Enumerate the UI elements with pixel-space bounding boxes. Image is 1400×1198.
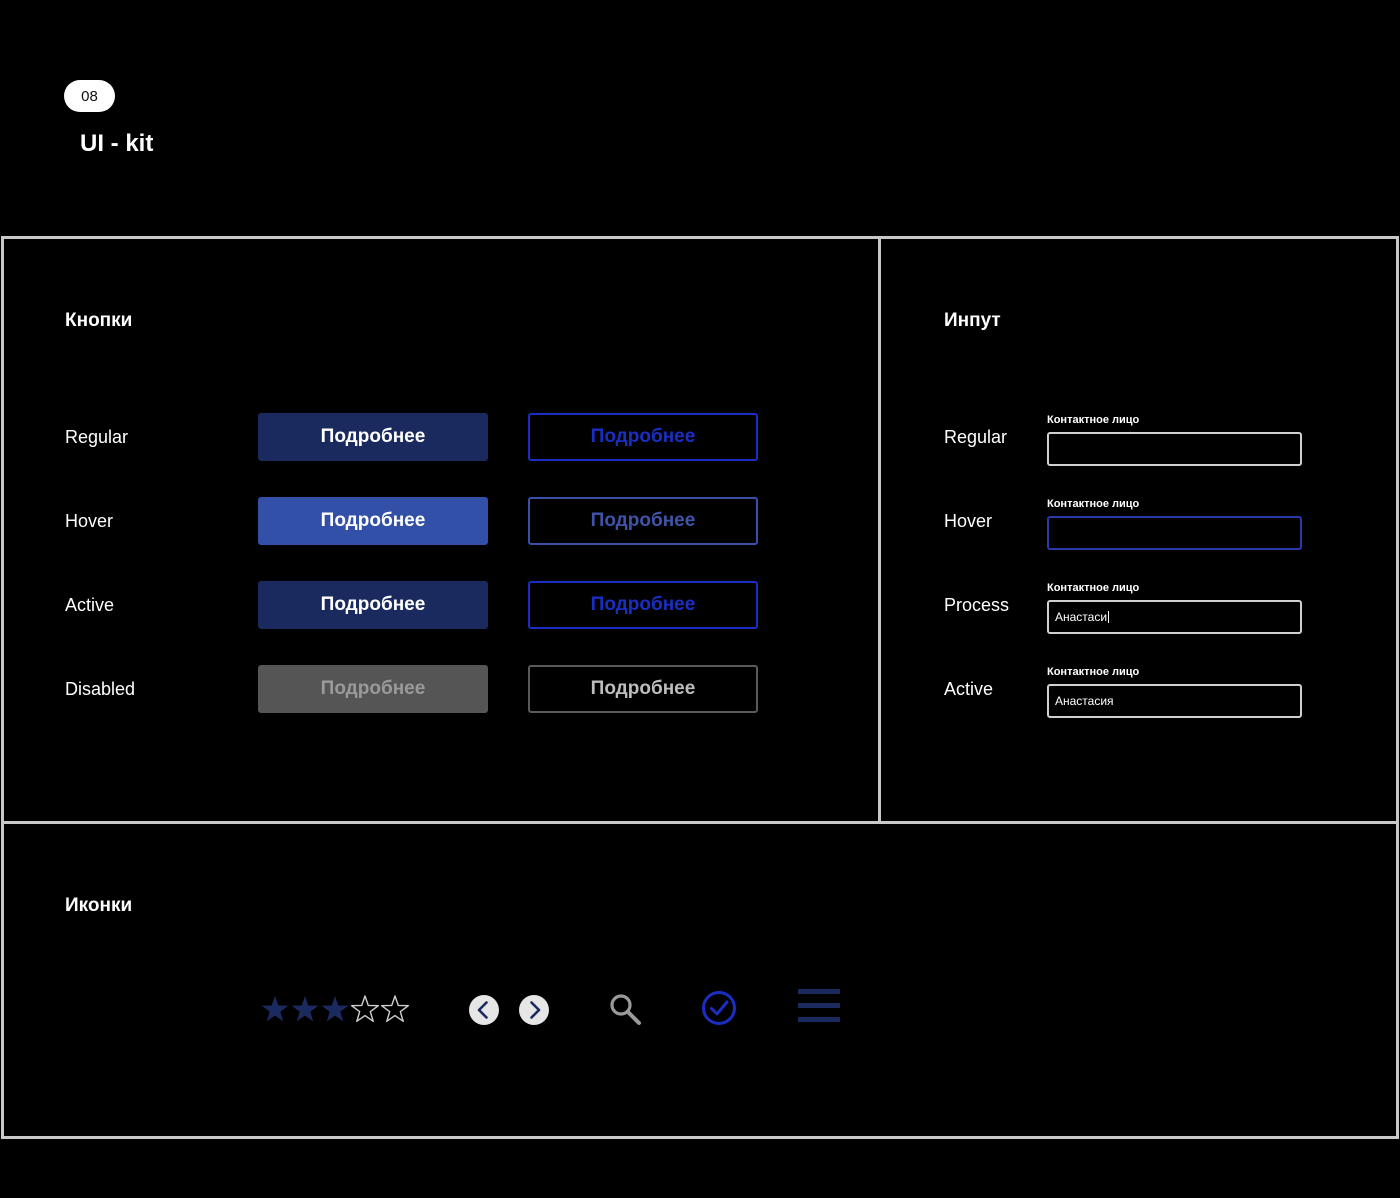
- filled-button-regular[interactable]: Подробнее: [258, 413, 488, 461]
- input-label-process: Контактное лицо: [1047, 582, 1140, 594]
- text-caret: [1108, 611, 1110, 623]
- page-number-badge: 08: [64, 80, 115, 112]
- input-state-hover: Hover: [944, 511, 993, 531]
- inputs-section-title: Инпут: [944, 310, 1001, 331]
- input-state-regular: Regular: [944, 427, 1008, 447]
- icons-section-title: Иконки: [65, 895, 133, 916]
- star-icon[interactable]: [321, 996, 349, 1022]
- input-state-active: Active: [944, 679, 994, 699]
- star-icon[interactable]: [380, 995, 410, 1023]
- star-icon[interactable]: [261, 996, 289, 1022]
- chevron-left-icon[interactable]: [468, 994, 500, 1026]
- outline-button-disabled: Подробнее: [528, 665, 758, 713]
- button-state-disabled: Disabled: [65, 679, 136, 699]
- star-rating[interactable]: [258, 992, 413, 1026]
- outline-button-hover[interactable]: Подробнее: [528, 497, 758, 545]
- filled-button-hover[interactable]: Подробнее: [258, 497, 488, 545]
- buttons-section-title: Кнопки: [65, 310, 133, 331]
- contact-input-hover[interactable]: [1047, 516, 1302, 550]
- input-value: Анастаси: [1055, 610, 1108, 624]
- input-value: Анастасия: [1055, 694, 1114, 708]
- icons-panel: Иконки: [1, 821, 1399, 1139]
- input-label-regular: Контактное лицо: [1047, 414, 1140, 426]
- check-circle-icon[interactable]: [701, 990, 737, 1026]
- outline-button-active[interactable]: Подробнее: [528, 581, 758, 629]
- button-state-hover: Hover: [65, 511, 114, 531]
- input-label-active: Контактное лицо: [1047, 666, 1140, 678]
- inputs-panel: Инпут Regular Контактное лицо Hover Конт…: [878, 236, 1399, 824]
- search-icon[interactable]: [608, 992, 642, 1026]
- contact-input-regular[interactable]: [1047, 432, 1302, 466]
- input-state-process: Process: [944, 595, 1010, 615]
- button-state-regular: Regular: [65, 427, 129, 447]
- button-state-active: Active: [65, 595, 115, 615]
- buttons-panel: Кнопки Regular Подробнее Подробнее Hover…: [1, 236, 881, 824]
- page-title: UI - kit: [80, 130, 154, 157]
- star-icon[interactable]: [291, 996, 319, 1022]
- star-icon[interactable]: [350, 995, 380, 1023]
- outline-button-regular[interactable]: Подробнее: [528, 413, 758, 461]
- menu-icon[interactable]: [798, 989, 842, 1025]
- filled-button-disabled: Подробнее: [258, 665, 488, 713]
- contact-input-process[interactable]: Анастаси: [1047, 600, 1302, 634]
- input-label-hover: Контактное лицо: [1047, 498, 1140, 510]
- filled-button-active[interactable]: Подробнее: [258, 581, 488, 629]
- contact-input-active[interactable]: Анастасия: [1047, 684, 1302, 718]
- chevron-right-icon[interactable]: [518, 994, 550, 1026]
